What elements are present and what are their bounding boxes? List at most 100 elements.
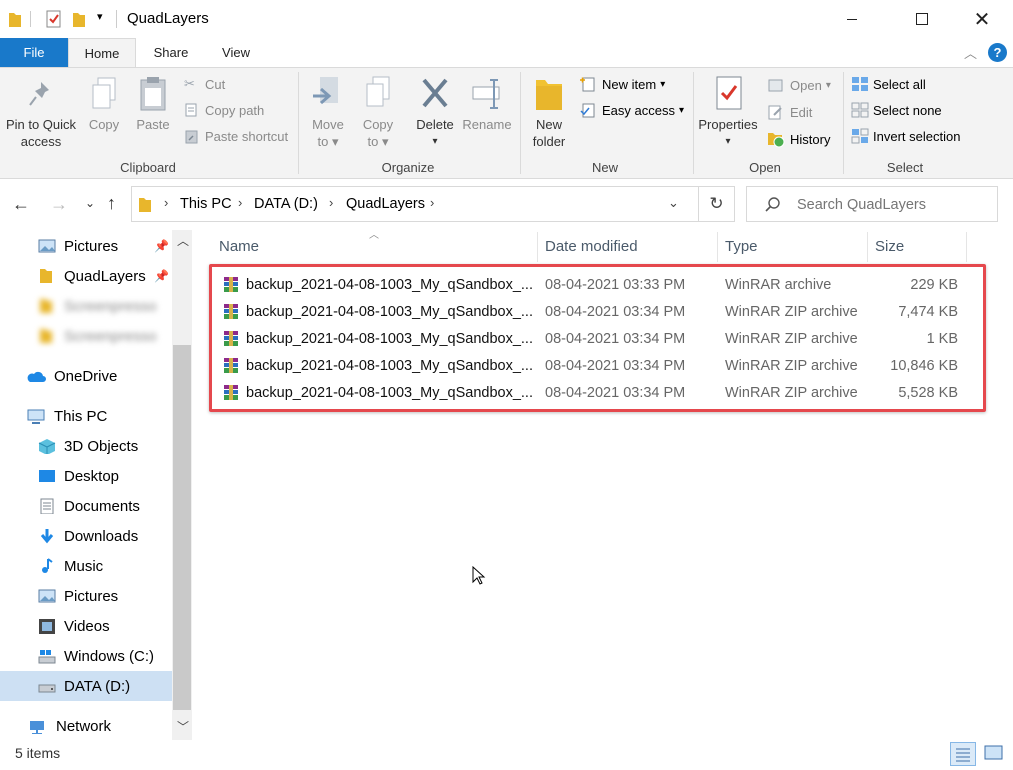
tab-file[interactable]: File: [0, 38, 68, 67]
nav-item-pictures[interactable]: Pictures: [0, 581, 172, 611]
properties-quick-icon[interactable]: [46, 10, 62, 28]
tab-home[interactable]: Home: [68, 38, 136, 67]
tab-share[interactable]: Share: [140, 38, 202, 67]
nav-item-data-d-selected[interactable]: DATA (D:): [0, 671, 172, 701]
history-button[interactable]: History: [767, 128, 830, 150]
tab-view[interactable]: View: [210, 38, 262, 67]
nav-label: Screenpresso: [64, 327, 157, 345]
breadcrumb-chevron-icon[interactable]: ›: [164, 195, 168, 210]
nav-item-blurred[interactable]: Screenpresso: [0, 291, 172, 321]
nav-item-pictures-pinned[interactable]: Pictures 📌: [0, 231, 172, 261]
nav-item-videos[interactable]: Videos: [0, 611, 172, 641]
copy-button[interactable]: Copy: [84, 76, 124, 133]
desktop-icon: [39, 470, 55, 482]
search-box[interactable]: [746, 186, 998, 222]
new-folder-button[interactable]: New folder: [527, 76, 571, 150]
pin-to-quick-access-button[interactable]: Pin to Quick access: [4, 78, 78, 150]
status-item-count: 5 items: [15, 745, 61, 761]
cut-label: Cut: [205, 76, 226, 92]
details-view-button[interactable]: [950, 742, 976, 766]
nav-scrollbar[interactable]: ︿ ﹀: [172, 230, 192, 740]
select-all-button[interactable]: Select all: [851, 73, 926, 95]
scroll-up-icon[interactable]: ︿: [177, 232, 189, 249]
copy-path-button[interactable]: Copy path: [184, 99, 264, 121]
easy-access-icon: [580, 103, 595, 118]
open-button[interactable]: Open ▾: [767, 74, 831, 96]
breadcrumb-data-drive[interactable]: DATA (D:): [254, 196, 318, 212]
select-group-label: Select: [886, 160, 924, 175]
nav-item-network[interactable]: Network: [0, 711, 172, 741]
nav-item-blurred[interactable]: Screenpresso: [0, 321, 172, 351]
customize-quick-access-icon[interactable]: ▾: [97, 10, 103, 23]
history-label: History: [790, 131, 831, 147]
nav-item-downloads[interactable]: Downloads: [0, 521, 172, 551]
address-bar[interactable]: › This PC › DATA (D:) › QuadLayers › ⌄: [131, 186, 735, 222]
delete-button[interactable]: Delete ▾: [411, 76, 459, 150]
large-icons-view-button[interactable]: [982, 742, 1006, 766]
column-divider[interactable]: [966, 232, 967, 262]
pin-label-1: Pin to Quick: [5, 117, 77, 132]
move-to-button[interactable]: Move to ▾: [306, 76, 350, 150]
breadcrumb-chevron-icon[interactable]: ›: [430, 195, 434, 210]
invert-selection-label: Invert selection: [873, 128, 961, 144]
up-arrow-icon[interactable]: ↑: [107, 193, 116, 214]
column-divider[interactable]: [717, 232, 718, 262]
folder-icon: [40, 299, 52, 313]
column-divider[interactable]: [537, 232, 538, 262]
invert-selection-icon: [851, 128, 869, 144]
scroll-down-icon[interactable]: ﹀: [177, 718, 189, 735]
new-item-label: New item: [602, 76, 657, 92]
pin-icon[interactable]: 📌: [154, 269, 169, 283]
column-divider[interactable]: [867, 232, 868, 262]
help-icon[interactable]: ?: [988, 43, 1007, 62]
new-folder-quick-icon[interactable]: [72, 10, 86, 28]
cut-button[interactable]: ✂ Cut: [184, 73, 225, 95]
forward-arrow-icon[interactable]: →: [50, 194, 68, 215]
pin-icon[interactable]: 📌: [154, 239, 169, 253]
nav-item-this-pc[interactable]: This PC: [0, 401, 172, 431]
maximize-button[interactable]: [899, 0, 945, 38]
nav-item-desktop[interactable]: Desktop: [0, 461, 172, 491]
edit-button[interactable]: Edit: [767, 101, 812, 123]
recent-locations-icon[interactable]: ⌄: [85, 196, 95, 210]
nav-label: Music: [64, 557, 104, 575]
breadcrumb-chevron-icon[interactable]: ›: [329, 195, 333, 210]
nav-item-3d-objects[interactable]: 3D Objects: [0, 431, 172, 461]
column-header-size[interactable]: Size: [875, 232, 904, 262]
back-arrow-icon[interactable]: ←: [12, 194, 30, 215]
minimize-button[interactable]: [829, 0, 875, 38]
properties-dropdown-icon[interactable]: ▾: [696, 133, 760, 150]
select-none-button[interactable]: Select none: [851, 99, 942, 121]
history-icon: [768, 133, 785, 148]
refresh-button[interactable]: ↻: [698, 186, 735, 222]
breadcrumb-chevron-icon[interactable]: ›: [238, 195, 242, 210]
column-header-type[interactable]: Type: [725, 232, 758, 262]
search-input[interactable]: [795, 193, 989, 217]
open-icon: [768, 79, 783, 92]
delete-dropdown-icon[interactable]: ▾: [411, 133, 459, 150]
nav-item-quadlayers-pinned[interactable]: QuadLayers 📌: [0, 261, 172, 291]
invert-selection-button[interactable]: Invert selection: [851, 125, 960, 147]
properties-button[interactable]: Properties ▾: [696, 76, 760, 150]
breadcrumb-quadlayers[interactable]: QuadLayers: [346, 196, 425, 212]
scrollbar-thumb[interactable]: [173, 345, 191, 710]
close-button[interactable]: ✕: [959, 0, 1005, 38]
nav-item-onedrive[interactable]: OneDrive: [0, 361, 172, 391]
rename-button[interactable]: Rename: [461, 76, 513, 133]
nav-item-windows-c[interactable]: Windows (C:): [0, 641, 172, 671]
nav-item-documents[interactable]: Documents: [0, 491, 172, 521]
copy-to-button[interactable]: Copy to ▾: [356, 76, 400, 150]
breadcrumb-this-pc[interactable]: This PC: [180, 196, 232, 212]
column-header-date[interactable]: Date modified: [545, 232, 638, 262]
paste-button[interactable]: Paste: [133, 76, 173, 133]
move-to-label-2: to ▾: [317, 134, 339, 149]
easy-access-button[interactable]: Easy access ▾: [579, 99, 684, 121]
collapse-ribbon-icon[interactable]: ︿: [964, 43, 977, 62]
paste-shortcut-button[interactable]: Paste shortcut: [184, 125, 288, 147]
nav-label: Pictures: [64, 237, 119, 255]
new-item-button[interactable]: New item ▾: [579, 73, 665, 95]
copy-to-icon: [366, 76, 390, 107]
column-header-name[interactable]: Name: [219, 232, 259, 262]
address-history-dropdown-icon[interactable]: ⌄: [668, 195, 679, 211]
nav-item-music[interactable]: Music: [0, 551, 172, 581]
